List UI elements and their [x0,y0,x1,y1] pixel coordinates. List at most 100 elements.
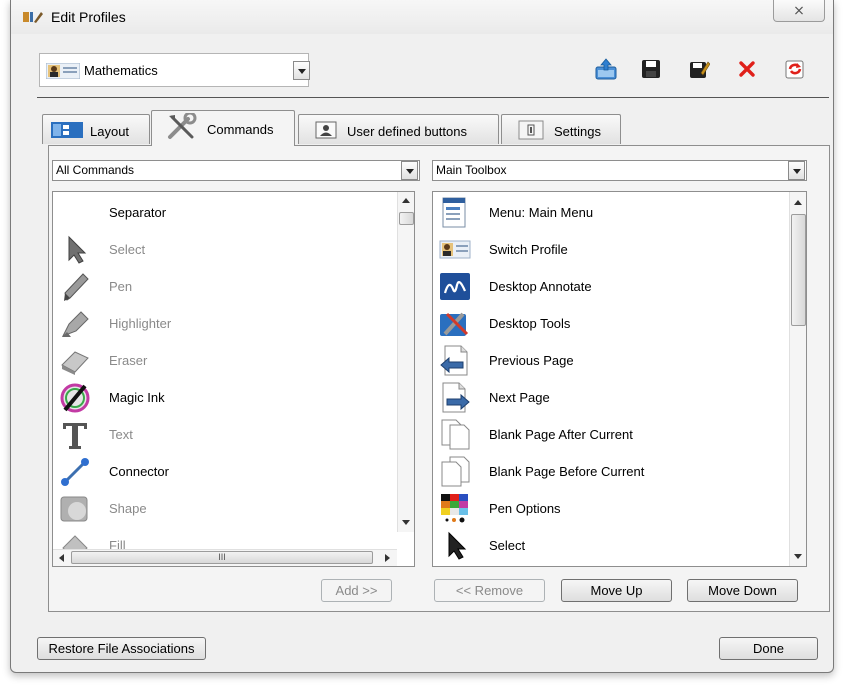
list-item-select[interactable]: Select [53,231,414,268]
command-category-dropdown[interactable]: All Commands [52,160,420,181]
scroll-thumb[interactable] [791,214,806,326]
remove-button[interactable]: << Remove [434,579,545,602]
highlighter-icon [61,311,89,337]
restore-file-associations-button[interactable]: Restore File Associations [37,637,206,660]
scroll-up-arrow-icon[interactable] [794,200,802,205]
done-button[interactable]: Done [719,637,818,660]
list-item-eraser[interactable]: Eraser [53,342,414,379]
list-item-label: Highlighter [109,316,172,331]
scroll-thumb[interactable] [399,212,414,225]
list-item-magic-ink[interactable]: Magic Ink [53,379,414,416]
list-item-label: Desktop Tools [489,316,571,331]
upload-profile-icon[interactable] [595,58,617,80]
profile-card-icon [46,63,80,79]
list-item-menu-main-menu[interactable]: Menu: Main Menu [433,194,806,231]
list-item-label: Blank Page After Current [489,427,633,442]
scroll-left-arrow-icon[interactable] [59,554,64,562]
tab-commands[interactable]: Commands [151,110,295,146]
tab-label: Layout [90,124,130,139]
list-item-desktop-tools[interactable]: Desktop Tools [433,305,806,342]
scroll-grip: III [218,552,226,562]
profile-dropdown-button[interactable] [293,61,310,80]
left-vertical-scrollbar[interactable] [397,192,414,532]
toolbar-target-dropdown[interactable]: Main Toolbox [432,160,807,181]
previous-page-icon [440,345,468,376]
command-category-dropdown-button[interactable] [401,161,418,180]
refresh-icon[interactable] [784,58,806,80]
delete-icon[interactable] [736,58,758,80]
scroll-right-arrow-icon[interactable] [385,554,390,562]
tab-label: Settings [554,124,601,139]
tab-layout[interactable]: Layout [42,114,150,144]
list-item-label: Eraser [109,353,148,368]
menu-icon [442,197,466,228]
desktop-annotate-icon [440,273,470,300]
list-item-label: Magic Ink [109,390,165,405]
list-item-label: Select [109,242,146,257]
list-item-highlighter[interactable]: Highlighter [53,305,414,342]
app-icon [23,12,43,23]
list-item-label: Connector [109,464,169,479]
list-item-switch-profile[interactable]: Switch Profile [433,231,806,268]
list-item-select[interactable]: Select [433,527,806,564]
scroll-up-arrow-icon[interactable] [402,198,410,203]
profile-dropdown[interactable]: Mathematics [39,53,310,87]
list-item-blank-page-after-current[interactable]: Blank Page After Current [433,416,806,453]
scroll-down-arrow-icon[interactable] [402,520,410,525]
list-item-connector[interactable]: Connector [53,453,414,490]
cursor-arrow-icon [448,531,467,560]
list-item-label: Pen [109,279,133,294]
toolbar-separator [37,97,829,98]
layout-icon [51,122,83,138]
pen-icon [64,273,89,301]
pen-options-icon [441,494,468,523]
connector-icon [61,458,89,486]
edit-profiles-window: Edit Profiles ⨯ Mathematics Layout Comma… [10,0,834,673]
list-item-label: Select [489,538,526,553]
tools-icon [168,113,197,139]
list-item-pen-options[interactable]: Pen Options [433,490,806,527]
title-bar: Edit Profiles ⨯ [11,0,833,34]
available-commands-list[interactable]: Separator Select Pen Highlighter Eraser … [52,191,415,567]
cursor-arrow-icon [68,235,87,264]
list-item-label: Pen Options [489,501,561,516]
move-down-button[interactable]: Move Down [687,579,798,602]
list-item-blank-page-before-current[interactable]: Blank Page Before Current [433,453,806,490]
list-item-label: Menu: Main Menu [489,205,594,220]
list-item-label: Next Page [489,390,550,405]
list-item-label: Text [109,427,133,442]
list-item-label: Switch Profile [489,242,568,257]
list-item-previous-page[interactable]: Previous Page [433,342,806,379]
move-up-button[interactable]: Move Up [561,579,672,602]
next-page-icon [442,382,470,413]
list-item-next-page[interactable]: Next Page [433,379,806,416]
edit-save-icon[interactable] [688,58,710,80]
list-item-desktop-annotate[interactable]: Desktop Annotate [433,268,806,305]
left-horizontal-scrollbar[interactable]: III [53,549,397,566]
tab-settings[interactable]: Settings [501,114,621,144]
blank-page-before-icon [441,456,470,487]
text-icon [63,423,87,449]
list-item-text[interactable]: Text [53,416,414,453]
scroll-down-arrow-icon[interactable] [794,554,802,559]
list-item-shape[interactable]: Shape [53,490,414,527]
list-item-separator[interactable]: Separator [53,194,414,231]
save-icon[interactable] [640,58,662,80]
eraser-icon [61,351,89,375]
window-title: Edit Profiles [51,9,126,25]
tab-label: Commands [207,122,274,137]
list-item-pen[interactable]: Pen [53,268,414,305]
magic-ink-icon [60,383,90,413]
user-card-icon [315,121,337,139]
add-button[interactable]: Add >> [321,579,392,602]
settings-icon [518,120,544,140]
tab-user-defined-buttons[interactable]: User defined buttons [298,114,499,144]
tab-label: User defined buttons [347,124,467,139]
switch-profile-icon [439,240,471,259]
horizontal-scroll-thumb[interactable]: III [71,551,373,564]
command-category-value: All Commands [56,163,135,177]
toolbox-commands-list[interactable]: Menu: Main Menu Switch Profile Desktop A… [432,191,807,567]
right-vertical-scrollbar[interactable] [789,192,806,566]
close-button[interactable]: ⨯ [773,0,825,22]
toolbar-target-dropdown-button[interactable] [788,161,805,180]
